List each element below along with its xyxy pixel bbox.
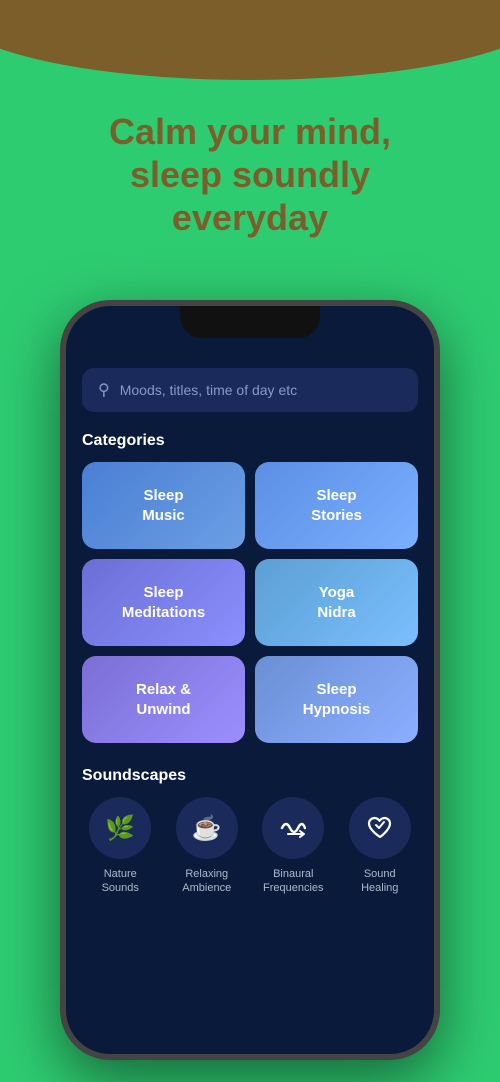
sound-healing-label: SoundHealing bbox=[361, 867, 398, 896]
category-relax-unwind-label: Relax &Unwind bbox=[136, 680, 191, 719]
headline-line1: Calm your mind, bbox=[109, 111, 391, 152]
relaxing-ambience-label: RelaxingAmbience bbox=[182, 867, 231, 896]
binaural-frequencies-label: BinauralFrequencies bbox=[263, 867, 324, 896]
relaxing-ambience-icon: ☕ bbox=[176, 797, 238, 859]
category-sleep-meditations-label: SleepMeditations bbox=[122, 583, 205, 622]
phone-screen: ⚲ Moods, titles, time of day etc Categor… bbox=[66, 346, 434, 1054]
category-relax-unwind[interactable]: Relax &Unwind bbox=[82, 656, 245, 743]
search-bar[interactable]: ⚲ Moods, titles, time of day etc bbox=[82, 368, 418, 412]
search-icon: ⚲ bbox=[98, 380, 110, 400]
category-yoga-nidra-label: YogaNidra bbox=[317, 583, 355, 622]
phone-notch bbox=[180, 306, 320, 338]
category-sleep-stories[interactable]: SleepStories bbox=[255, 462, 418, 549]
nature-sounds-label: NatureSounds bbox=[102, 867, 139, 896]
soundscape-sound-healing[interactable]: SoundHealing bbox=[342, 797, 419, 896]
category-sleep-music-label: SleepMusic bbox=[142, 486, 185, 525]
category-sleep-stories-label: SleepStories bbox=[311, 486, 362, 525]
category-sleep-hypnosis[interactable]: SleepHypnosis bbox=[255, 656, 418, 743]
search-placeholder: Moods, titles, time of day etc bbox=[120, 382, 297, 398]
soundscape-relaxing-ambience[interactable]: ☕ RelaxingAmbience bbox=[169, 797, 246, 896]
category-yoga-nidra[interactable]: YogaNidra bbox=[255, 559, 418, 646]
headline-line2: sleep soundly bbox=[130, 154, 370, 195]
categories-grid: SleepMusic SleepStories SleepMeditations… bbox=[82, 462, 418, 743]
category-sleep-music[interactable]: SleepMusic bbox=[82, 462, 245, 549]
soundscape-binaural-frequencies[interactable]: BinauralFrequencies bbox=[255, 797, 332, 896]
soundscapes-row: 🌿 NatureSounds ☕ RelaxingAmbience Binaur… bbox=[82, 797, 418, 896]
phone-mockup: ⚲ Moods, titles, time of day etc Categor… bbox=[60, 300, 440, 1060]
categories-section-title: Categories bbox=[82, 432, 418, 450]
headline-line3: everyday bbox=[172, 197, 328, 238]
sound-healing-icon bbox=[349, 797, 411, 859]
soundscapes-section-title: Soundscapes bbox=[82, 767, 418, 785]
headline: Calm your mind, sleep soundly everyday bbox=[0, 110, 500, 240]
binaural-frequencies-icon bbox=[262, 797, 324, 859]
nature-sounds-icon: 🌿 bbox=[89, 797, 151, 859]
category-sleep-hypnosis-label: SleepHypnosis bbox=[303, 680, 371, 719]
category-sleep-meditations[interactable]: SleepMeditations bbox=[82, 559, 245, 646]
soundscape-nature-sounds[interactable]: 🌿 NatureSounds bbox=[82, 797, 159, 896]
